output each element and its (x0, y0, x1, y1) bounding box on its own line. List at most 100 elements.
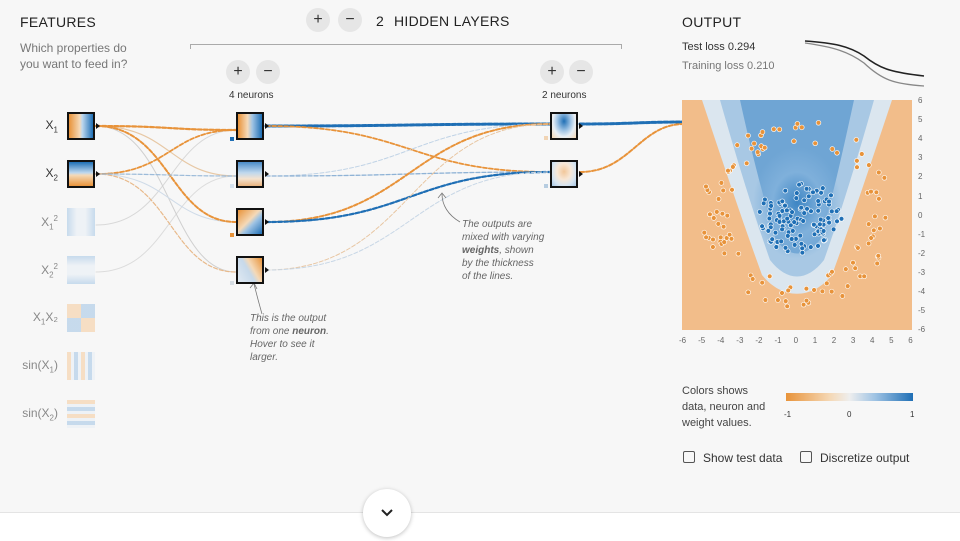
y-tick: -6 (918, 325, 926, 335)
data-point-blue (825, 215, 831, 221)
feature-sin-x2-thumb[interactable] (67, 400, 95, 428)
output-title: OUTPUT (682, 14, 742, 30)
data-point-blue (830, 226, 837, 233)
data-point-orange (873, 189, 880, 196)
feature-x1-squared-thumb[interactable] (67, 208, 95, 236)
y-tick: 3 (918, 153, 923, 163)
x-tick: -2 (755, 336, 763, 345)
data-point-blue (784, 207, 790, 214)
y-tick: -2 (918, 248, 926, 258)
data-point-blue (776, 213, 783, 219)
layer2-neuron-1[interactable] (550, 112, 578, 140)
neuron-note-line2-post: . (326, 326, 329, 337)
test-loss-label: Test loss (682, 41, 725, 53)
discretize-output-label[interactable]: Discretize output (820, 451, 909, 465)
data-point-blue (826, 219, 832, 226)
data-point-blue (799, 245, 805, 252)
data-point-orange (724, 212, 730, 219)
data-point-orange (815, 120, 822, 126)
data-point-blue (828, 192, 834, 199)
data-point-blue (815, 208, 821, 214)
data-point-blue (776, 219, 783, 225)
legend-line2: data, neuron and (682, 401, 766, 413)
data-point-blue (784, 215, 790, 222)
feature-x2-thumb[interactable] (67, 160, 95, 188)
y-tick: 0 (918, 210, 923, 220)
data-point-blue (759, 223, 765, 229)
data-point-blue (788, 236, 795, 242)
data-point-orange (799, 124, 805, 131)
x-tick: 5 (889, 336, 894, 345)
data-point-orange (711, 215, 717, 221)
neuron-note-line2: from one neuron. (250, 325, 350, 338)
data-point-orange (874, 260, 880, 267)
feature-sin-x1-thumb[interactable] (67, 352, 95, 380)
data-point-orange (776, 126, 783, 133)
data-point-blue (829, 208, 835, 215)
layer1-neuron-2-arrow (265, 171, 269, 177)
data-point-blue (820, 228, 827, 234)
data-point-orange (865, 240, 872, 247)
bottom-bar (0, 512, 960, 541)
data-point-blue (815, 198, 821, 204)
data-point-orange (735, 251, 742, 257)
data-point-orange (854, 158, 860, 164)
neuron-note-line2-pre: from one (250, 326, 293, 337)
data-point-orange (745, 132, 751, 139)
x-tick: -6 (679, 336, 687, 345)
data-point-blue (766, 215, 773, 222)
show-test-data-checkbox[interactable] (683, 451, 695, 463)
layer1-neuron-1[interactable] (236, 112, 264, 140)
data-point-orange (881, 175, 888, 181)
data-point-blue (793, 195, 800, 201)
scroll-down-button[interactable] (363, 489, 411, 537)
feature-x1-thumb[interactable] (67, 112, 95, 140)
x-tick: 0 (793, 336, 799, 345)
data-point-orange (743, 160, 750, 166)
data-point-orange (852, 265, 858, 271)
discretize-output-checkbox[interactable] (800, 451, 812, 463)
output-heatmap[interactable] (682, 100, 912, 330)
data-point-blue (817, 221, 823, 228)
layer2-neuron-2[interactable] (550, 160, 578, 188)
data-point-blue (767, 210, 773, 217)
layer1-neuron-2[interactable] (236, 160, 264, 188)
show-test-data-label[interactable]: Show test data (703, 451, 782, 465)
data-point-orange (762, 297, 769, 303)
layer1-neuron-3[interactable] (236, 208, 264, 236)
data-point-orange (782, 298, 789, 304)
data-point-blue (790, 228, 796, 234)
data-point-orange (766, 273, 773, 280)
layer2-neuron-2-arrow (579, 171, 583, 177)
data-point-orange (715, 221, 721, 227)
data-point-blue (791, 242, 798, 248)
loss-sparkline (804, 40, 925, 87)
data-point-orange (761, 144, 768, 151)
data-point-blue (797, 232, 804, 239)
scale-max: 1 (910, 410, 915, 419)
data-point-orange (875, 253, 882, 259)
layer1-neuron-4[interactable] (236, 256, 264, 284)
color-scale-bar (786, 393, 913, 401)
data-point-blue (799, 250, 806, 256)
data-point-blue (778, 238, 784, 245)
feature-x1-arrow (96, 123, 100, 129)
data-point-orange (728, 236, 735, 242)
data-point-orange (745, 289, 751, 296)
data-point-orange (876, 196, 882, 202)
data-point-orange (785, 287, 791, 294)
weights-note-line3-post: , shown (499, 245, 534, 256)
data-point-orange (710, 236, 716, 243)
data-point-orange (748, 145, 755, 152)
data-point-blue (808, 244, 814, 250)
data-point-orange (725, 167, 731, 174)
data-point-orange (710, 244, 716, 250)
test-loss: Test loss 0.294 (682, 41, 755, 53)
feature-x2-squared-thumb[interactable] (67, 256, 95, 284)
data-point-orange (703, 183, 709, 190)
data-point-orange (775, 297, 781, 303)
data-point-orange (715, 196, 722, 202)
feature-x1x2-thumb[interactable] (67, 304, 95, 332)
y-tick: -4 (918, 287, 926, 296)
data-point-orange (834, 150, 840, 156)
